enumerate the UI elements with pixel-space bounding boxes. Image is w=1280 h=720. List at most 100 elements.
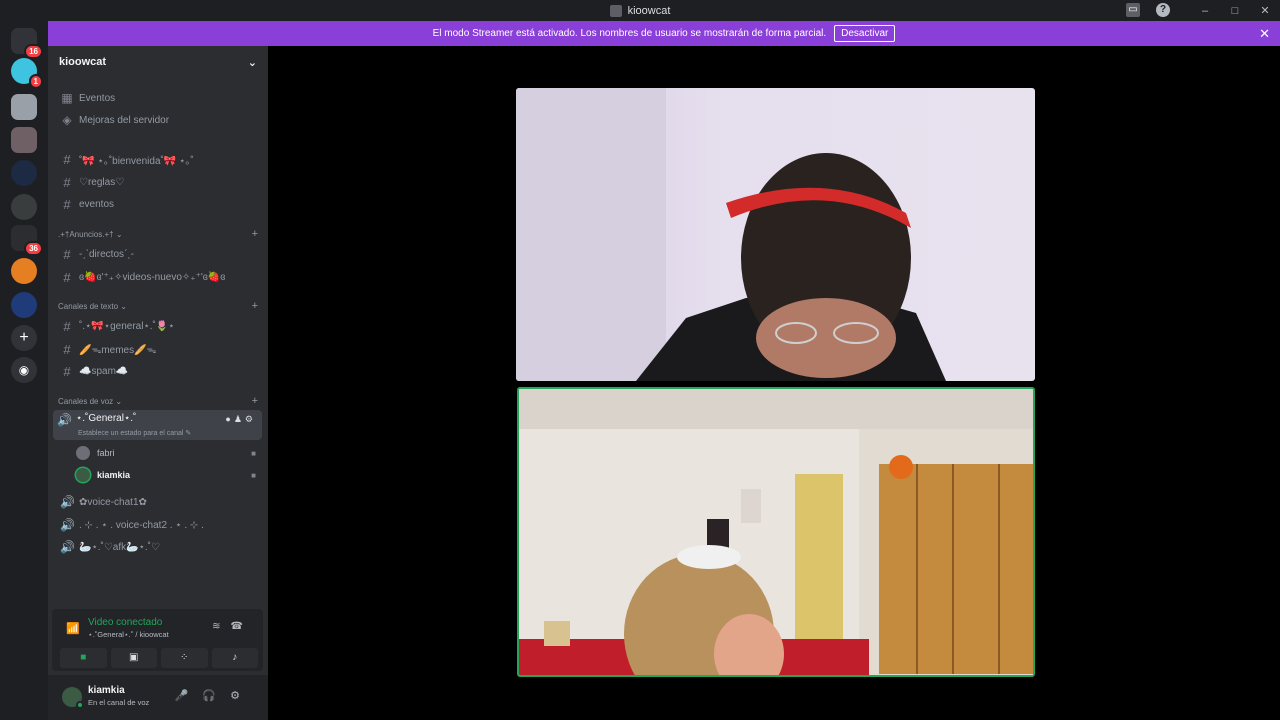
channel-item[interactable]: # eventos (56, 194, 262, 214)
channel-item[interactable]: # ɞ🍓ɞ'⁺₊✧videos-nuevo✧₊⁺'ɞ🍓ɞ (56, 267, 262, 287)
channel-item[interactable]: # ☁️spam☁️ (56, 361, 262, 381)
add-server-icon[interactable]: + (11, 325, 37, 351)
channel-item[interactable]: # ˚🎀 ⋆｡˚bienvenida˚🎀 ⋆｡˚ (56, 149, 262, 169)
calendar-icon: ▦ (61, 91, 73, 105)
add-channel-icon[interactable]: + (252, 396, 258, 409)
channel-label: ♡reglas♡ (79, 176, 125, 188)
video-tile[interactable] (516, 88, 1035, 381)
direct-messages-button[interactable]: 16 (11, 28, 43, 59)
hash-icon: # (63, 363, 71, 379)
hash-icon: # (63, 269, 71, 285)
close-window-button[interactable]: ✕ (1250, 4, 1280, 17)
screen-share-button[interactable]: ▣ (110, 648, 157, 668)
online-status-icon (76, 701, 84, 709)
title-bar: kioowcat ▭ ? – □ ✕ (0, 0, 1280, 21)
webcam-feed (516, 88, 946, 381)
noise-suppression-icon[interactable]: ≋ (212, 621, 230, 632)
camera-icon: ■ (251, 470, 256, 480)
help-icon[interactable]: ? (1156, 3, 1170, 17)
webcam-feed (519, 389, 1033, 675)
voice-channel-item[interactable]: 🔊 ✿voice-chat1✿ (56, 492, 262, 512)
channel-item[interactable]: # -ˏˋdirectosˊˎ- (56, 244, 262, 264)
channel-label: 🥖ᯓmemes🥖ᯓ (79, 345, 157, 356)
server-icon[interactable] (11, 194, 37, 220)
channel-item[interactable]: # 🥖ᯓmemes🥖ᯓ (56, 339, 262, 359)
speaker-icon: 🔊 (60, 518, 75, 532)
avatar (76, 446, 90, 460)
soundboard-button[interactable]: ♪ (211, 648, 258, 668)
channel-label: 🦢⋆.˚♡afk🦢⋆.˚♡ (79, 541, 160, 553)
channel-sidebar: kioowcat ⌄ ▦ Eventos ◈ Mejoras del servi… (48, 46, 268, 720)
close-icon[interactable]: ✕ (1259, 26, 1270, 42)
mention-badge: 36 (24, 241, 43, 256)
events-label: Eventos (79, 92, 116, 104)
chevron-down-icon: ⌄ (247, 56, 257, 69)
events-item[interactable]: ▦ Eventos (56, 88, 262, 108)
streamer-mode-banner: El modo Streamer está activado. Los nomb… (48, 21, 1280, 46)
window-title-text: kioowcat (627, 4, 671, 17)
member-name: kiamkia (97, 470, 131, 480)
hash-icon: # (63, 151, 71, 167)
boost-icon: ◈ (62, 113, 72, 127)
avatar (76, 468, 90, 482)
server-header[interactable]: kioowcat ⌄ (48, 46, 268, 78)
voice-channel-item[interactable]: 🔊 . ⊹ . ⋆ . voice-chat2 . ⋆ . ⊹ . (56, 515, 262, 535)
activities-button[interactable]: ⁘ (161, 648, 208, 668)
server-icon[interactable] (11, 160, 37, 186)
boost-label: Mejoras del servidor (79, 114, 170, 126)
maximize-button[interactable]: □ (1220, 5, 1250, 17)
user-panel: kiamkia En el canal de voz 🎤🎧⚙ (48, 675, 268, 720)
category-texto[interactable]: Canales de texto ⌄ + (58, 301, 258, 314)
channel-label: -ˏˋdirectosˊˎ- (79, 248, 134, 260)
channel-item[interactable]: # ♡reglas♡ (56, 172, 262, 192)
channel-label: ˚.⋆🎀⋆general⋆.˚🌷⋆ (79, 320, 175, 332)
disconnect-icon[interactable]: ☎ (231, 621, 253, 632)
server-icon[interactable] (11, 127, 37, 153)
channel-status-hint[interactable]: Establece un estado para el canal ✎ (78, 429, 191, 437)
speaker-icon: 🔊 (57, 413, 72, 427)
microphone-icon[interactable]: 🎤 (175, 690, 203, 702)
category-anuncios[interactable]: .+†Anuncios.+† ⌄ + (58, 229, 258, 242)
hash-icon: # (63, 246, 71, 262)
server-icon[interactable] (11, 94, 37, 120)
channel-label: ☁️spam☁️ (79, 365, 129, 377)
voice-member[interactable]: fabri ■ (76, 444, 262, 462)
window-title: kioowcat (609, 4, 671, 17)
voice-channel-active[interactable]: 🔊 ⋆.˚General⋆.˚ Establece un estado para… (53, 410, 262, 440)
category-label: Canales de texto (58, 302, 119, 311)
settings-icon[interactable]: ⚙ (230, 690, 254, 702)
headphones-icon[interactable]: 🎧 (202, 690, 230, 702)
server-boost-item[interactable]: ◈ Mejoras del servidor (56, 110, 262, 130)
minimize-button[interactable]: – (1190, 5, 1220, 17)
deactivate-button[interactable]: Desactivar (834, 25, 896, 42)
server-icon[interactable]: 1 (11, 58, 43, 89)
voice-channel-label: ⋆.˚General⋆.˚ (76, 413, 137, 424)
speaker-icon: 🔊 (60, 540, 75, 554)
voice-channel-path[interactable]: ⋆.˚General⋆.˚ / kioowcat (88, 630, 169, 639)
hash-icon: # (63, 174, 71, 190)
inbox-icon[interactable]: ▭ (1126, 3, 1140, 17)
add-channel-icon[interactable]: + (252, 229, 258, 242)
user-name[interactable]: kiamkia (88, 685, 125, 696)
banner-message: El modo Streamer está activado. Los nomb… (432, 28, 827, 39)
category-label: .+†Anuncios.+† (58, 230, 114, 239)
video-tile-speaking[interactable] (517, 387, 1035, 677)
channel-label: eventos (79, 198, 115, 210)
category-label: Canales de voz (58, 397, 114, 406)
voice-channel-item[interactable]: 🔊 🦢⋆.˚♡afk🦢⋆.˚♡ (56, 537, 262, 557)
voice-status[interactable]: Video conectado (88, 617, 162, 628)
camera-button[interactable]: ■ (60, 648, 107, 668)
server-icon[interactable] (11, 258, 37, 284)
discover-icon[interactable]: ◉ (11, 357, 37, 383)
video-stage (268, 46, 1280, 720)
add-channel-icon[interactable]: + (252, 301, 258, 314)
voice-connection-panel: 📶 Video conectado ⋆.˚General⋆.˚ / kioowc… (52, 609, 263, 671)
category-voz[interactable]: Canales de voz ⌄ + (58, 396, 258, 409)
channel-item[interactable]: # ˚.⋆🎀⋆general⋆.˚🌷⋆ (56, 316, 262, 336)
server-folder-icon[interactable]: 36 (11, 225, 43, 256)
server-list: 16 1 36 + ◉ (0, 21, 48, 720)
server-icon[interactable] (11, 292, 37, 318)
voice-member[interactable]: kiamkia ■ (76, 466, 262, 484)
channel-actions[interactable]: ●♟⚙ (225, 414, 256, 425)
server-icon (609, 4, 622, 17)
